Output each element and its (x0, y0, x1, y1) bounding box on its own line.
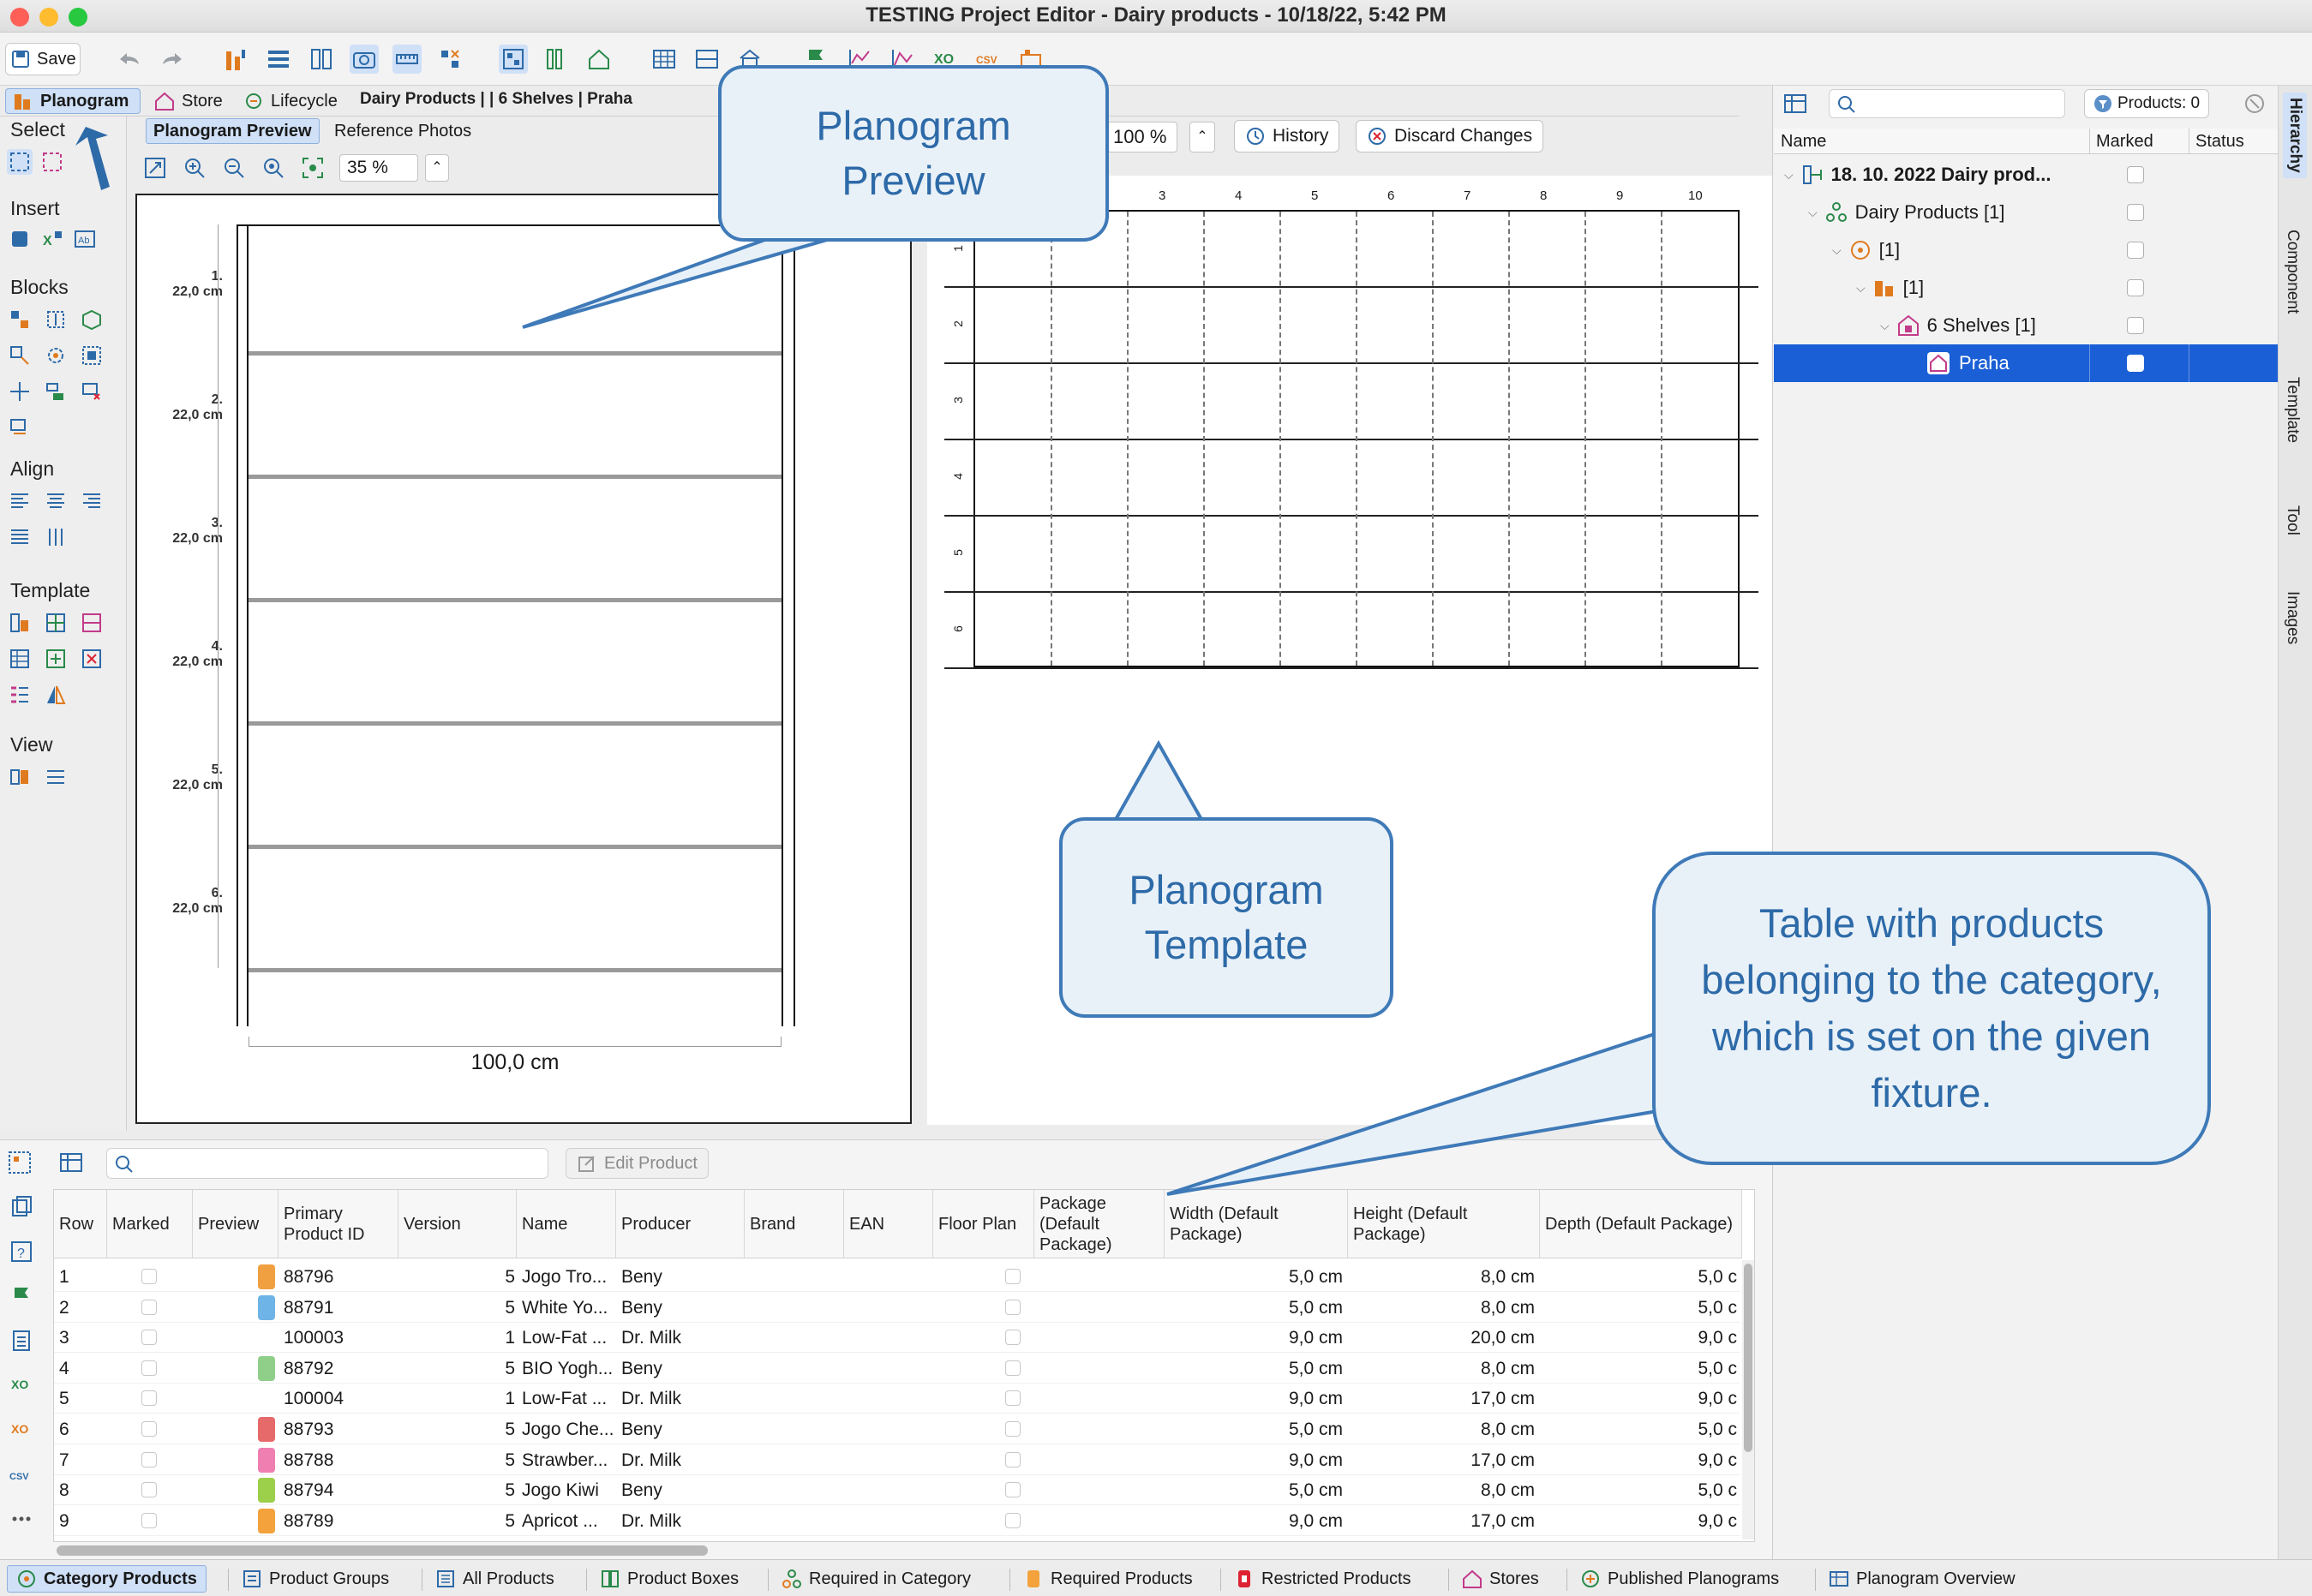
tab-separator (1448, 1569, 1449, 1591)
tab-label: Restricted Products (1261, 1569, 1411, 1588)
callout-text: Planogram Template (1129, 867, 1324, 967)
arrow-pointer-icon (75, 127, 110, 190)
callout-products-table: Table with products belonging to the cat… (1652, 852, 2211, 1165)
tab-separator (228, 1569, 229, 1591)
all-products-icon (437, 1570, 454, 1587)
tab-product-boxes[interactable]: Product Boxes (591, 1565, 747, 1593)
required-category-icon (782, 1569, 801, 1588)
tab-separator (768, 1569, 769, 1591)
template-callout-pointer (1112, 739, 1205, 823)
planogram-overview-icon (1830, 1571, 1848, 1587)
published-planograms-icon (1582, 1570, 1599, 1587)
tab-label: Stores (1489, 1569, 1539, 1588)
callout-text: Table with products belonging to the cat… (1701, 900, 2162, 1115)
tab-label: Published Planograms (1608, 1569, 1780, 1588)
tab-separator (1009, 1569, 1010, 1591)
bottom-tab-bar: Category Products Product Groups All Pro… (0, 1559, 2312, 1596)
preview-callout-pointer (522, 230, 858, 329)
callout-pointers (75, 127, 1664, 1196)
tab-required-in-category[interactable]: Required in Category (773, 1565, 979, 1593)
tab-label: Planogram Overview (1856, 1569, 2016, 1588)
tab-separator (1220, 1569, 1221, 1591)
tab-required-products[interactable]: Required Products (1015, 1565, 1201, 1593)
tab-label: Product Groups (269, 1569, 390, 1588)
restricted-products-icon (1238, 1570, 1250, 1587)
tab-label: All Products (463, 1569, 554, 1588)
tab-product-groups[interactable]: Product Groups (233, 1565, 398, 1593)
callout-planogram-preview: Planogram Preview (718, 65, 1109, 242)
tab-restricted-products[interactable]: Restricted Products (1225, 1565, 1420, 1593)
tab-published-planograms[interactable]: Published Planograms (1572, 1565, 1788, 1593)
tab-label: Category Products (44, 1569, 197, 1588)
table-callout-pointer (1166, 1029, 1664, 1196)
tab-label: Required Products (1051, 1569, 1193, 1588)
callout-planogram-template: Planogram Template (1059, 817, 1393, 1018)
product-boxes-icon (602, 1570, 619, 1587)
tab-category-products[interactable]: Category Products (7, 1565, 207, 1593)
tab-planogram-overview[interactable]: Planogram Overview (1820, 1565, 2024, 1593)
tab-label: Required in Category (809, 1569, 971, 1588)
tab-separator (1815, 1569, 1816, 1591)
tab-separator (586, 1569, 587, 1591)
store-icon (1463, 1569, 1482, 1588)
required-products-icon (1027, 1570, 1039, 1587)
product-groups-icon (243, 1570, 261, 1587)
category-icon (18, 1570, 35, 1587)
tab-all-products[interactable]: All Products (427, 1565, 563, 1593)
tab-stores[interactable]: Stores (1453, 1565, 1548, 1593)
tab-separator (1566, 1569, 1567, 1591)
callout-text: Planogram Preview (816, 103, 1011, 203)
tab-label: Product Boxes (627, 1569, 740, 1588)
